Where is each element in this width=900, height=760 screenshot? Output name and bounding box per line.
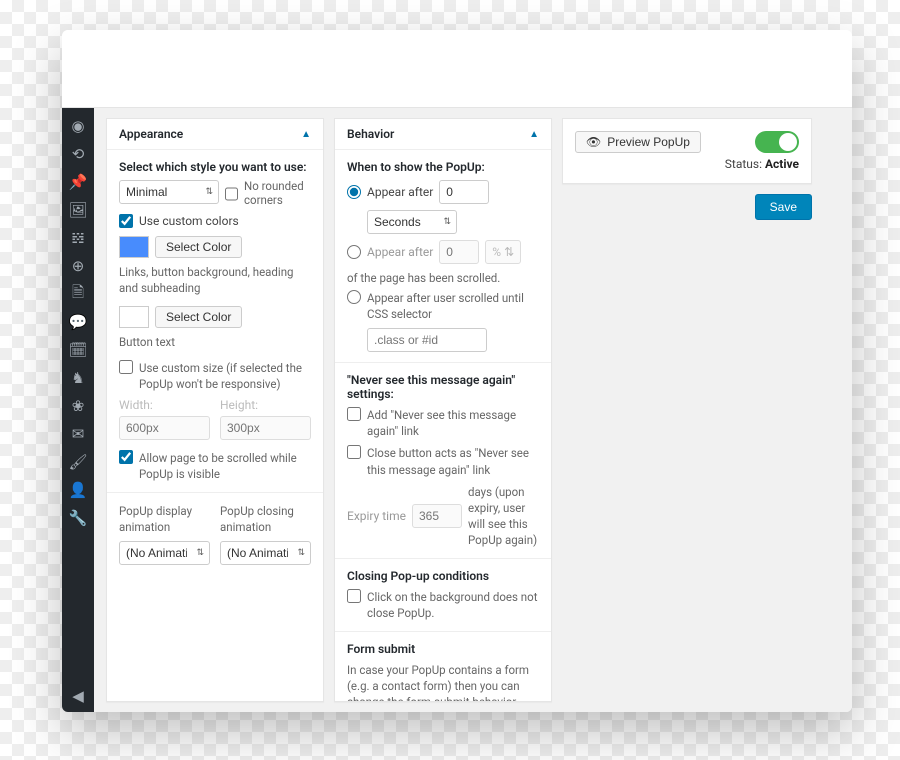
never-add-checkbox[interactable]	[347, 407, 361, 421]
when-label: When to show the PopUp:	[347, 160, 539, 174]
status-value: Active	[765, 157, 799, 171]
appear-css-label: Appear after user scrolled until CSS sel…	[367, 290, 539, 322]
content-area: Appearance ▲ Select which style you want…	[94, 108, 852, 712]
mail-icon[interactable]: ✉	[68, 424, 88, 444]
use-custom-size-label: Use custom size (if selected the PopUp w…	[139, 360, 311, 392]
never-close-label: Close button acts as "Never see this mes…	[367, 445, 539, 477]
no-rounded-checkbox[interactable]	[225, 187, 238, 201]
users-icon[interactable]: 👤	[68, 480, 88, 500]
select-color1-button[interactable]: Select Color	[155, 236, 242, 258]
status-toggle[interactable]	[755, 131, 799, 153]
save-button[interactable]: Save	[755, 194, 812, 220]
use-custom-colors-label: Use custom colors	[139, 214, 239, 228]
top-bar	[62, 30, 852, 108]
body: ◉ ⟲ 📌 🖼 𝍌 ⊕ 🗎 💬 🗓 ♞ ❀ ✉ 🖌 👤 🔧 ◀ Appearan…	[62, 108, 852, 712]
behavior-panel: Behavior ▲ When to show the PopUp: Appea…	[334, 118, 552, 702]
appearance-body: Select which style you want to use: Mini…	[107, 150, 323, 575]
comments-icon[interactable]: 💬	[68, 312, 88, 332]
style-select[interactable]: Minimal	[119, 180, 219, 204]
behavior-body: When to show the PopUp: Appear after Sec…	[335, 150, 551, 701]
caret-up-icon: ▲	[529, 129, 539, 140]
height-input[interactable]	[220, 416, 311, 440]
css-selector-input[interactable]	[367, 328, 487, 352]
library-icon[interactable]: 🗎	[68, 284, 88, 304]
appearance-header[interactable]: Appearance ▲	[107, 119, 323, 150]
seconds-select[interactable]: Seconds	[367, 210, 457, 234]
puzzle-icon[interactable]: ♞	[68, 368, 88, 388]
closing-animation-select[interactable]: (No Animation)	[220, 541, 311, 565]
side-column: 👁 Preview PopUp Status: Active Save	[562, 118, 812, 702]
appearance-icon[interactable]: ❀	[68, 396, 88, 416]
appear-after-radio[interactable]	[347, 185, 361, 199]
publish-panel: 👁 Preview PopUp Status: Active	[562, 118, 812, 184]
posts-icon[interactable]: 📌	[68, 172, 88, 192]
admin-sidebar: ◉ ⟲ 📌 🖼 𝍌 ⊕ 🗎 💬 🗓 ♞ ❀ ✉ 🖌 👤 🔧 ◀	[62, 108, 94, 712]
appear-scroll-label: Appear after	[367, 245, 433, 259]
bg-close-checkbox[interactable]	[347, 589, 361, 603]
app-window: ◉ ⟲ 📌 🖼 𝍌 ⊕ 🗎 💬 🗓 ♞ ❀ ✉ 🖌 👤 🔧 ◀ Appearan…	[62, 30, 852, 712]
bg-close-label: Click on the background does not close P…	[367, 589, 539, 621]
scroll-hint: of the page has been scrolled.	[347, 270, 539, 286]
behavior-title: Behavior	[347, 127, 394, 141]
select-color2-button[interactable]: Select Color	[155, 306, 242, 328]
tools-icon[interactable]: 🖌	[68, 452, 88, 472]
updates-icon[interactable]: ⟲	[68, 144, 88, 164]
color2-swatch[interactable]	[119, 306, 149, 328]
allow-scroll-checkbox[interactable]	[119, 450, 133, 464]
plugins-icon[interactable]: ⊕	[68, 256, 88, 276]
collapse-icon[interactable]: ◀	[68, 686, 88, 706]
behavior-header[interactable]: Behavior ▲	[335, 119, 551, 150]
use-custom-size-checkbox[interactable]	[119, 360, 133, 374]
closing-heading: Closing Pop-up conditions	[347, 569, 539, 583]
form-heading: Form submit	[347, 642, 539, 656]
color2-hint: Button text	[119, 334, 311, 350]
expiry-label: Expiry time	[347, 509, 406, 523]
media-icon[interactable]: 🖼	[68, 200, 88, 220]
status-prefix: Status:	[725, 157, 765, 171]
dashboard-icon[interactable]: ◉	[68, 116, 88, 136]
calendar-icon[interactable]: 🗓	[68, 340, 88, 360]
never-heading: "Never see this message again" settings:	[347, 373, 539, 401]
closing-animation-label: PopUp closing animation	[220, 503, 311, 535]
settings-icon[interactable]: 🔧	[68, 508, 88, 528]
no-rounded-label: No rounded corners	[244, 180, 311, 208]
style-label: Select which style you want to use:	[119, 160, 311, 174]
color1-hint: Links, button background, heading and su…	[119, 264, 311, 296]
pages-icon[interactable]: 𝍌	[68, 228, 88, 248]
appear-scroll-radio[interactable]	[347, 245, 361, 259]
appearance-panel: Appearance ▲ Select which style you want…	[106, 118, 324, 702]
width-label: Width:	[119, 398, 210, 412]
appear-css-radio[interactable]	[347, 290, 361, 304]
height-label: Height:	[220, 398, 311, 412]
display-animation-select[interactable]: (No Animation)	[119, 541, 210, 565]
width-input[interactable]	[119, 416, 210, 440]
preview-button[interactable]: 👁 Preview PopUp	[575, 131, 701, 153]
preview-label: Preview PopUp	[607, 135, 690, 149]
appear-after-value[interactable]	[439, 180, 489, 204]
form-hint: In case your PopUp contains a form (e.g.…	[347, 662, 539, 701]
never-close-checkbox[interactable]	[347, 445, 361, 459]
expiry-hint: days (upon expiry, user will see this Po…	[468, 484, 539, 548]
display-animation-label: PopUp display animation	[119, 503, 210, 535]
expiry-input[interactable]	[412, 504, 462, 528]
appear-after-label: Appear after	[367, 185, 433, 199]
eye-icon: 👁	[586, 135, 601, 149]
percent-unit: % ⇅	[485, 240, 521, 264]
never-add-label: Add "Never see this message again" link	[367, 407, 539, 439]
color1-swatch[interactable]	[119, 236, 149, 258]
appearance-title: Appearance	[119, 127, 183, 141]
appear-scroll-value[interactable]	[439, 240, 479, 264]
caret-up-icon: ▲	[301, 129, 311, 140]
use-custom-colors-checkbox[interactable]	[119, 214, 133, 228]
allow-scroll-label: Allow page to be scrolled while PopUp is…	[139, 450, 311, 482]
